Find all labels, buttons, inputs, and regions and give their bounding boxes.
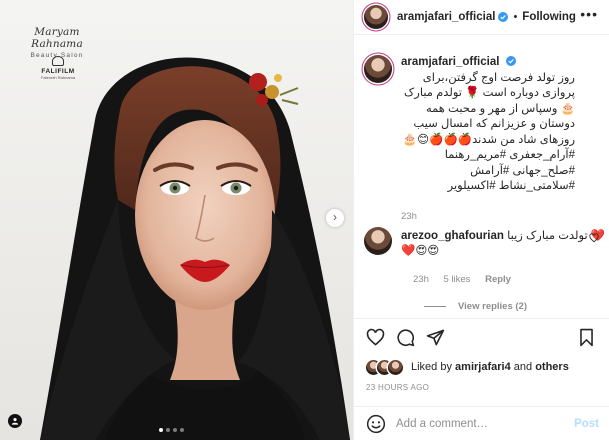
comment-likes[interactable]: 5 likes (444, 274, 471, 285)
post-side-panel: aramjafari_official • Following ••• aram… (353, 0, 609, 440)
comment-time[interactable]: 23h (413, 274, 429, 285)
post-actions: Liked by amirjafari4 and others 23 HOURS… (354, 318, 609, 392)
caption-time[interactable]: 23h (401, 211, 417, 222)
caption-avatar[interactable] (364, 55, 392, 83)
comment-bubble-icon[interactable] (396, 328, 415, 347)
post-comment-button[interactable]: Post (574, 418, 599, 430)
reply-button[interactable]: Reply (485, 274, 511, 285)
liker-avatars (366, 359, 403, 375)
verified-badge-icon (498, 12, 509, 22)
like-heart-icon[interactable] (366, 328, 385, 347)
caption-text: روز تولد فرصت اوج گرفتن،برای پروازی دوبا… (402, 71, 575, 193)
save-bookmark-icon[interactable] (577, 328, 596, 347)
salon-watermark: Maryam Rahnama Beauty Salon (12, 26, 102, 59)
share-paper-plane-icon[interactable] (426, 328, 445, 347)
carousel-dot (166, 428, 170, 432)
liker-avatar[interactable] (388, 359, 403, 375)
author-avatar[interactable] (364, 5, 388, 29)
falifilm-mark-icon (52, 56, 64, 66)
tagged-people-icon[interactable] (8, 414, 22, 428)
carousel-dot (173, 428, 177, 432)
header-separator: • (513, 11, 518, 23)
following-button[interactable]: Following (522, 11, 576, 23)
carousel-dots (159, 428, 184, 432)
like-comment-heart-icon[interactable] (589, 232, 599, 243)
comment-input[interactable] (396, 417, 566, 430)
comment-item: arezoo_ghafourian تولدت مبارک زیبا ❤️❤️😍… (354, 226, 609, 312)
falifilm-logo: FALIFILM Fatemeh Rahnama (36, 56, 80, 80)
emoji-icon[interactable] (366, 414, 386, 434)
others-link[interactable]: others (535, 361, 569, 373)
verified-badge-icon (505, 56, 516, 66)
salon-name: Maryam Rahnama (31, 26, 83, 50)
commenter-avatar[interactable] (364, 226, 392, 255)
likes-summary: Liked by amirjafari4 and others (354, 355, 609, 379)
author-username[interactable]: aramjafari_official (397, 11, 495, 23)
caption: aramjafari_official روز تولد فرصت اوج گر… (354, 45, 609, 222)
view-replies-button[interactable]: View replies (2) (424, 301, 609, 312)
post-media[interactable]: Maryam Rahnama Beauty Salon FALIFILM Fat… (0, 0, 353, 440)
carousel-dot (180, 428, 184, 432)
liker-username[interactable]: amirjafari4 (455, 361, 511, 373)
caption-username[interactable]: aramjafari_official (401, 56, 499, 68)
next-slide-button[interactable]: › (326, 209, 344, 227)
commenter-username[interactable]: arezoo_ghafourian (401, 230, 504, 242)
comments-thread[interactable]: aramjafari_official روز تولد فرصت اوج گر… (354, 36, 609, 317)
add-comment-bar: Post (354, 406, 609, 440)
post-timestamp[interactable]: 23 HOURS AGO (354, 383, 609, 392)
more-options-icon[interactable]: ••• (580, 7, 598, 21)
post-header: aramjafari_official • Following ••• (354, 0, 609, 35)
replies-line (424, 305, 446, 307)
carousel-dot (159, 428, 163, 432)
